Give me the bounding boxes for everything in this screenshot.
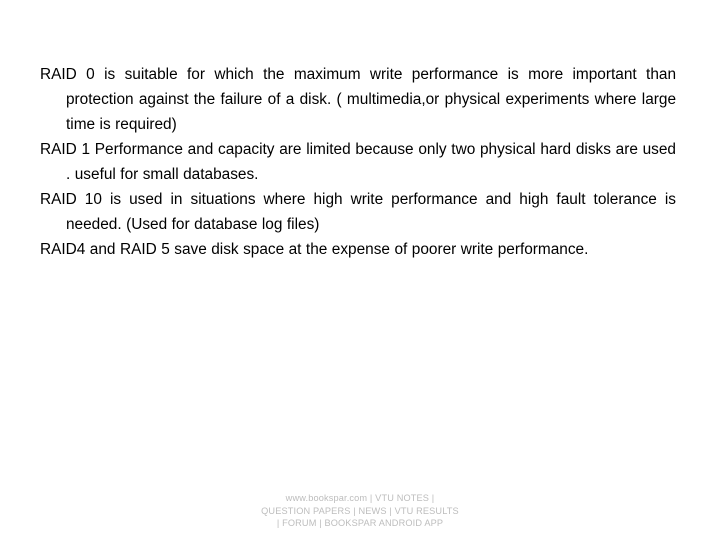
footer-line-2: QUESTION PAPERS | NEWS | VTU RESULTS	[261, 505, 459, 516]
slide-canvas: RAID 0 is suitable for which the maximum…	[0, 0, 720, 540]
paragraph-raid-1: RAID 1 Performance and capacity are limi…	[40, 141, 676, 183]
paragraph-raid-10: RAID 10 is used in situations where high…	[40, 191, 676, 233]
paragraph-raid-4-5: RAID4 and RAID 5 save disk space at the …	[40, 241, 589, 258]
footer-line-3: | FORUM | BOOKSPAR ANDROID APP	[276, 518, 444, 529]
slide-footer: www.bookspar.com | VTU NOTES | QUESTION …	[0, 492, 720, 530]
paragraph-raid-0: RAID 0 is suitable for which the maximum…	[40, 66, 676, 133]
footer-line-1: www.bookspar.com | VTU NOTES |	[285, 493, 435, 503]
slide-body-text: RAID 0 is suitable for which the maximum…	[40, 62, 676, 262]
